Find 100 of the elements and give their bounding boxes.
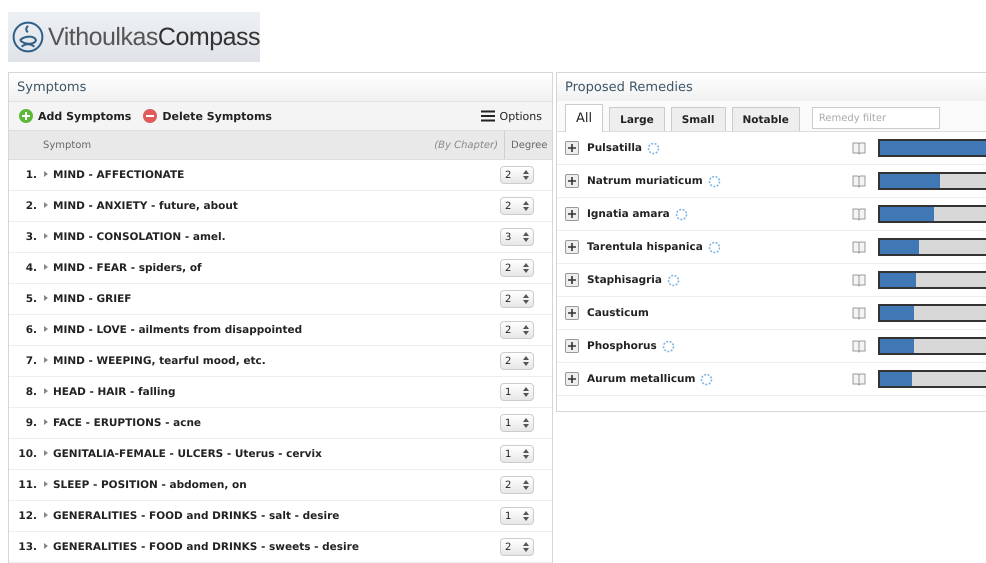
stepper-icon	[523, 201, 529, 211]
stepper-icon	[523, 418, 529, 428]
degree-select[interactable]: 3	[500, 228, 534, 246]
degree-select[interactable]: 2	[500, 259, 534, 277]
column-header: (By Chapter)	[433, 140, 499, 150]
expand-arrow-icon[interactable]	[44, 450, 48, 456]
remedy-name[interactable]: Phosphorus	[587, 340, 657, 352]
stepper-icon	[523, 170, 529, 180]
expand-button[interactable]	[565, 174, 579, 188]
expand-arrow-icon[interactable]	[44, 233, 48, 239]
degree-select[interactable]: 2	[500, 197, 534, 215]
expand-arrow-icon[interactable]	[44, 202, 48, 208]
book-icon[interactable]	[852, 339, 866, 353]
expand-button[interactable]	[565, 339, 579, 353]
delete-symptoms-button[interactable]: Delete Symptoms	[143, 109, 272, 123]
plus-icon	[568, 243, 576, 251]
row-number: 11.	[17, 479, 38, 491]
filter-tab[interactable]: Large	[609, 107, 665, 131]
expand-arrow-icon[interactable]	[44, 419, 48, 425]
row-number: 7.	[24, 355, 38, 367]
row-number: 1.	[24, 169, 38, 181]
expand-arrow-icon[interactable]	[44, 171, 48, 177]
plus-icon	[568, 342, 576, 350]
row-number: 10.	[17, 448, 38, 460]
plus-icon	[19, 109, 33, 123]
column-header: Degree	[504, 131, 552, 159]
row-number: 4.	[24, 262, 38, 274]
degree-select[interactable]: 1	[500, 445, 534, 463]
row-number: 8.	[24, 386, 38, 398]
expand-button[interactable]	[565, 273, 579, 287]
symptom-text: MIND - LOVE - ailments from disappointed	[53, 324, 304, 336]
options-button[interactable]: Options	[480, 110, 542, 122]
symptom-text: MIND - AFFECTIONATE	[53, 169, 186, 181]
expand-button[interactable]	[565, 240, 579, 254]
expand-arrow-icon[interactable]	[44, 543, 48, 549]
row-number: 2.	[24, 200, 38, 212]
degree-select[interactable]: 1	[500, 414, 534, 432]
symptom-text: MIND - FEAR - spiders, of	[53, 262, 203, 274]
stepper-icon	[523, 480, 529, 490]
symptom-text: MIND - GRIEF	[53, 293, 132, 305]
remedy-name[interactable]: Ignatia amara	[587, 208, 670, 220]
book-icon[interactable]	[852, 207, 866, 221]
remedy-name[interactable]: Staphisagria	[587, 274, 662, 286]
remedy-filter-field[interactable]: Remedy filter	[812, 107, 940, 129]
book-icon[interactable]	[852, 141, 866, 155]
stepper-icon	[523, 263, 529, 273]
symptom-text: HEAD - HAIR - falling	[53, 386, 176, 398]
add-symptoms-button[interactable]: Add Symptoms	[19, 109, 132, 123]
expand-arrow-icon[interactable]	[44, 264, 48, 270]
degree-select[interactable]: 2	[500, 476, 534, 494]
degree-select[interactable]: 2	[500, 538, 534, 556]
degree-select[interactable]: 2	[500, 321, 534, 339]
row-number: 3.	[24, 231, 38, 243]
stepper-icon	[523, 387, 529, 397]
expand-arrow-icon[interactable]	[44, 512, 48, 518]
plus-icon	[568, 276, 576, 284]
plus-icon	[568, 309, 576, 317]
degree-select[interactable]: 1	[500, 507, 534, 525]
symptom-text: MIND - ANXIETY - future, about	[53, 200, 239, 212]
filter-tab[interactable]: Notable	[732, 107, 800, 131]
expand-button[interactable]	[565, 141, 579, 155]
remedy-name[interactable]: Tarentula hispanica	[587, 241, 703, 253]
plus-icon	[568, 177, 576, 185]
stepper-icon	[523, 356, 529, 366]
remedy-name[interactable]: Aurum metallicum	[587, 373, 696, 385]
degree-select[interactable]: 2	[500, 166, 534, 184]
symptom-text: GENITALIA-FEMALE - ULCERS - Uterus - cervix	[53, 448, 323, 460]
expand-arrow-icon[interactable]	[44, 357, 48, 363]
menu-icon	[480, 110, 495, 122]
degree-select[interactable]: 1	[500, 383, 534, 401]
remedy-name[interactable]: Natrum muriaticum	[587, 175, 703, 187]
row-number: 9.	[24, 417, 38, 429]
expand-arrow-icon[interactable]	[44, 326, 48, 332]
book-icon[interactable]	[852, 174, 866, 188]
expand-button[interactable]	[565, 207, 579, 221]
book-icon[interactable]	[852, 372, 866, 386]
book-icon[interactable]	[852, 240, 866, 254]
symptom-text: SLEEP - POSITION - abdomen, on	[53, 479, 248, 491]
expand-arrow-icon[interactable]	[44, 295, 48, 301]
expand-arrow-icon[interactable]	[44, 481, 48, 487]
book-icon[interactable]	[852, 273, 866, 287]
symptom-text: FACE - ERUPTIONS - acne	[53, 417, 202, 429]
stepper-icon	[523, 542, 529, 552]
plus-icon	[568, 144, 576, 152]
degree-select[interactable]: 2	[500, 290, 534, 308]
stepper-icon	[523, 294, 529, 304]
symptom-text: MIND - CONSOLATION - amel.	[53, 231, 227, 243]
remedy-name[interactable]: Causticum	[587, 307, 649, 319]
expand-button[interactable]	[565, 372, 579, 386]
filter-tab[interactable]: All	[565, 104, 604, 132]
filter-tab[interactable]: Small	[670, 107, 726, 131]
degree-select[interactable]: 2	[500, 352, 534, 370]
symptom-text: GENERALITIES - FOOD and DRINKS - salt - desire	[53, 510, 340, 522]
book-icon[interactable]	[852, 306, 866, 320]
stepper-icon	[523, 449, 529, 459]
expand-button[interactable]	[565, 306, 579, 320]
expand-arrow-icon[interactable]	[44, 388, 48, 394]
row-number: 13.	[17, 541, 38, 553]
remedy-name[interactable]: Pulsatilla	[587, 142, 642, 154]
column-header: Symptom	[42, 140, 92, 150]
